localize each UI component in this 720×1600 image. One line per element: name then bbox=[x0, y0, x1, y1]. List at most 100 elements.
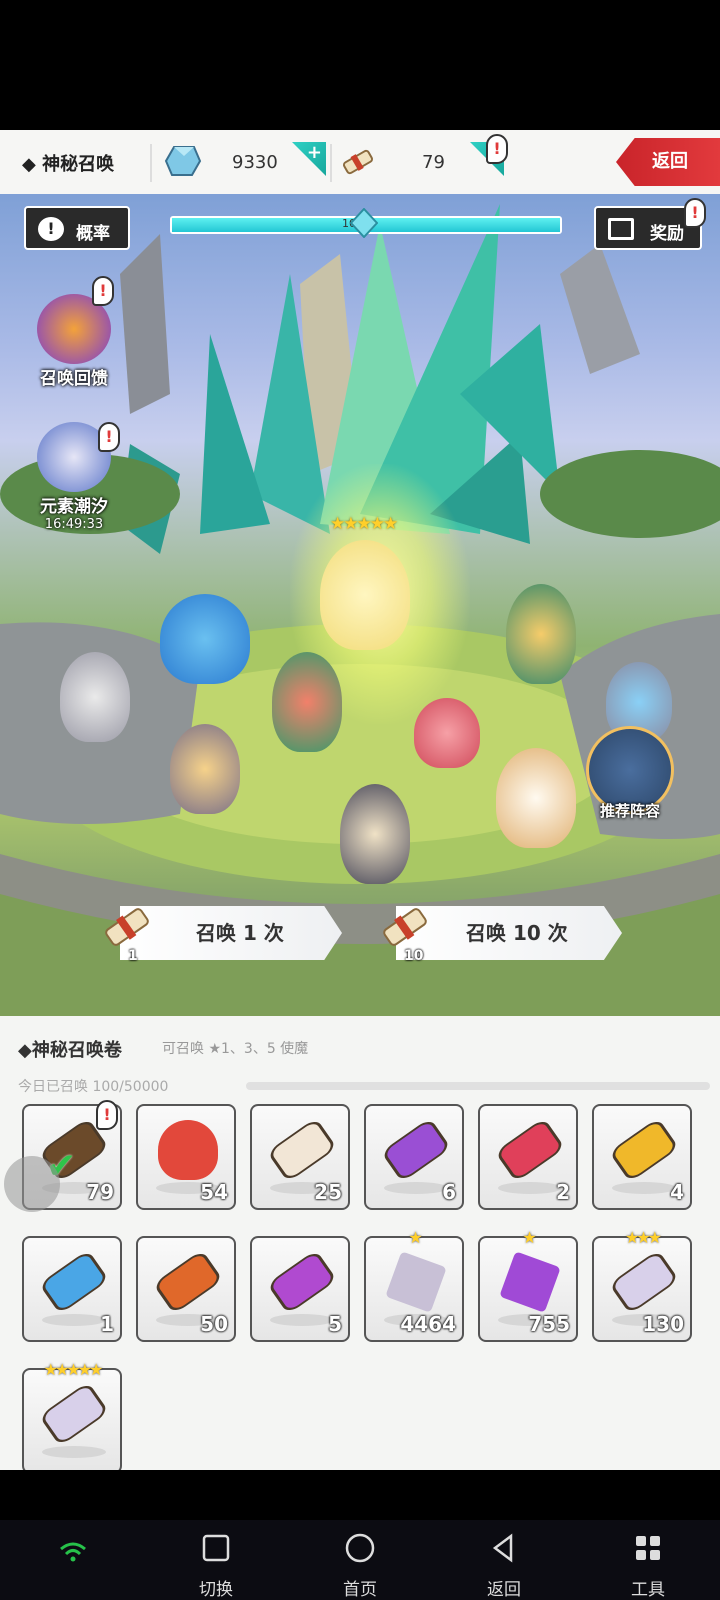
divider bbox=[150, 144, 152, 182]
wifi-icon bbox=[60, 1542, 86, 1562]
item-count: 755 bbox=[528, 1312, 570, 1336]
nav-home[interactable]: 首页 bbox=[320, 1530, 400, 1600]
chest-icon bbox=[608, 218, 634, 240]
summon-feedback-button[interactable]: 召唤回馈 bbox=[24, 294, 124, 389]
alert-circle-icon: ! bbox=[38, 217, 64, 241]
nav-back-label: 返回 bbox=[487, 1580, 521, 1600]
panel-title: ◆神秘召唤卷 bbox=[18, 1040, 122, 1061]
hero-blonde-dryad[interactable] bbox=[506, 584, 576, 684]
rarity-stars: ★★★ bbox=[624, 1228, 662, 1247]
gem-count: 9330 bbox=[232, 152, 278, 173]
square-icon bbox=[202, 1534, 230, 1562]
inventory-slot[interactable]: 25 bbox=[250, 1104, 350, 1210]
inventory-slot[interactable]: 50 bbox=[136, 1236, 236, 1342]
inventory-slot[interactable]: ★★★ 130 bbox=[592, 1228, 692, 1342]
hero-red-dryad[interactable] bbox=[272, 652, 342, 752]
hero-gold-lancer[interactable] bbox=[170, 724, 240, 814]
rarity-stars: ★ bbox=[408, 1228, 422, 1247]
white-shard-icon bbox=[385, 1251, 447, 1313]
slot-shadow bbox=[384, 1182, 448, 1194]
hero-blue-beast[interactable] bbox=[160, 594, 250, 684]
item-count: 54 bbox=[200, 1180, 228, 1204]
nav-tools[interactable]: 工具 bbox=[608, 1530, 688, 1600]
inventory-slot[interactable]: 5 bbox=[250, 1236, 350, 1342]
floating-assist-button[interactable] bbox=[4, 1156, 60, 1212]
inventory-slot[interactable]: 1 bbox=[22, 1236, 122, 1342]
daily-summon-count: 今日已召唤 100/50000 bbox=[18, 1079, 169, 1095]
shell-scroll-icon bbox=[266, 1117, 338, 1183]
rate-button[interactable]: ! 概率 bbox=[24, 206, 130, 250]
gold-scroll-icon bbox=[608, 1117, 680, 1183]
purple-scroll-icon bbox=[380, 1117, 452, 1183]
red-scroll-icon bbox=[494, 1117, 566, 1183]
summon-scroll-icon bbox=[383, 908, 427, 946]
tide-alert-icon: ! bbox=[98, 422, 120, 452]
item-count: 25 bbox=[314, 1180, 342, 1204]
nav-switch-label: 切换 bbox=[199, 1580, 233, 1600]
divider bbox=[330, 144, 332, 182]
summon-scene: ! 概率 100 奖励 ! 召唤回馈 ! 元素潮汐 16:49:33 ! ★★★… bbox=[0, 194, 720, 1016]
slot-shadow bbox=[42, 1314, 106, 1326]
item-count: 50 bbox=[200, 1312, 228, 1336]
tide-timer: 16:49:33 bbox=[44, 517, 104, 532]
add-gems-button[interactable]: + bbox=[292, 142, 326, 176]
panel-subtitle: 可召唤 ★1、3、5 使魔 bbox=[162, 1041, 309, 1057]
slot-alert-icon: ! bbox=[96, 1100, 118, 1130]
inventory-slot[interactable]: 54 bbox=[136, 1104, 236, 1210]
five-star-rating: ★★★★★ bbox=[330, 514, 398, 534]
daily-summon-bar bbox=[246, 1082, 710, 1090]
summon-ten-cost: 10 bbox=[404, 948, 424, 964]
grid-icon bbox=[636, 1536, 660, 1560]
slot-shadow bbox=[498, 1182, 562, 1194]
back-button[interactable]: 返回 bbox=[616, 138, 720, 186]
system-navbar: 切换 首页 返回 工具 bbox=[0, 1520, 720, 1600]
feedback-alert-icon: ! bbox=[92, 276, 114, 306]
inventory-slot[interactable]: 2 bbox=[478, 1104, 578, 1210]
inventory-slot[interactable]: 4 bbox=[592, 1104, 692, 1210]
status-area bbox=[0, 0, 720, 130]
item-count: 79 bbox=[86, 1180, 114, 1204]
reward-alert-icon: ! bbox=[684, 198, 706, 228]
inventory-slot[interactable]: 6 bbox=[364, 1104, 464, 1210]
reward-label: 奖励 bbox=[650, 224, 684, 244]
slot-shadow bbox=[42, 1446, 106, 1458]
triangle-back-icon bbox=[492, 1533, 513, 1563]
feedback-label: 召唤回馈 bbox=[40, 369, 108, 389]
slot-shadow bbox=[270, 1314, 334, 1326]
top-bar: ◆ 神秘召唤 9330 + 79 ! 返回 bbox=[0, 130, 720, 194]
recommended-team-label: 推荐阵容 bbox=[599, 802, 660, 820]
hero-mummy[interactable] bbox=[496, 748, 576, 848]
scroll-inventory-panel: ◆神秘召唤卷 可召唤 ★1、3、5 使魔 今日已召唤 100/50000 79 ✔… bbox=[0, 1016, 720, 1470]
slot-shadow bbox=[612, 1182, 676, 1194]
violet-scroll-icon bbox=[266, 1249, 338, 1315]
nav-switch[interactable]: 切换 bbox=[176, 1530, 256, 1600]
inventory-slot[interactable]: ★ 4464 bbox=[364, 1228, 464, 1342]
heart-icon bbox=[158, 1120, 218, 1180]
hero-light-mage[interactable] bbox=[320, 540, 410, 650]
rate-label: 概率 bbox=[76, 224, 110, 244]
hero-archer[interactable] bbox=[340, 784, 410, 884]
item-count: 6 bbox=[442, 1180, 456, 1204]
item-count: 2 bbox=[556, 1180, 570, 1204]
scroll-icon bbox=[342, 149, 374, 175]
inventory-slot[interactable]: ★★★★★ bbox=[22, 1360, 122, 1470]
ring-crystal-icon bbox=[608, 1249, 680, 1315]
fire-scroll-icon bbox=[152, 1249, 224, 1315]
nav-back[interactable]: 返回 bbox=[464, 1530, 544, 1600]
inventory-slot[interactable]: ★ 755 bbox=[478, 1228, 578, 1342]
five-star-crystal-icon bbox=[38, 1381, 110, 1447]
circle-icon bbox=[345, 1533, 375, 1563]
purple-shard-icon bbox=[499, 1251, 561, 1313]
summon-once-cost: 1 bbox=[128, 948, 138, 964]
page-title: ◆ 神秘召唤 bbox=[22, 154, 115, 175]
summon-scroll-icon bbox=[105, 908, 149, 946]
rarity-stars: ★ bbox=[522, 1228, 536, 1247]
hero-silver-knight[interactable] bbox=[60, 652, 130, 742]
rarity-stars: ★★★★★ bbox=[43, 1360, 104, 1379]
summon-ten-label: 召唤 10 次 bbox=[466, 921, 568, 945]
nav-home-label: 首页 bbox=[343, 1580, 377, 1600]
item-count: 4 bbox=[670, 1180, 684, 1204]
item-count: 130 bbox=[642, 1312, 684, 1336]
progress-gem-icon bbox=[350, 208, 378, 238]
hero-pink-crab[interactable] bbox=[414, 698, 480, 768]
